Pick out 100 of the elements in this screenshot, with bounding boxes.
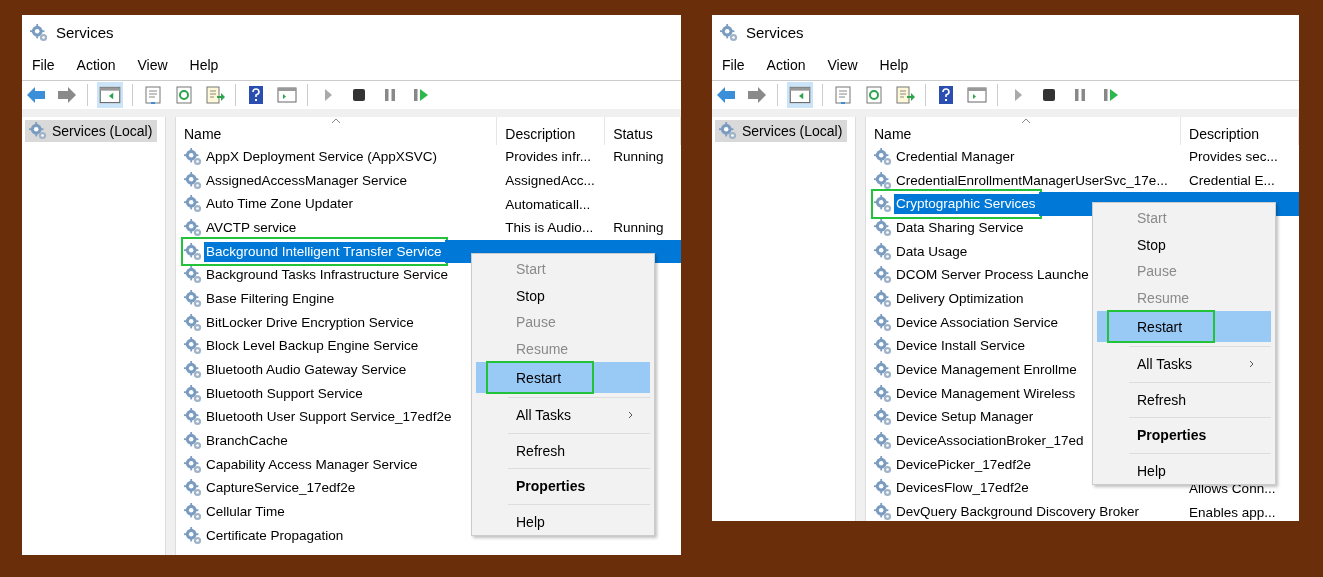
service-description: Credential E... [1188, 172, 1276, 191]
refresh-icon[interactable] [863, 84, 885, 106]
service-name[interactable]: BranchCache [204, 431, 291, 452]
context-menu-item[interactable]: All Tasks [516, 407, 571, 424]
service-description: Enables app... [1188, 503, 1277, 521]
service-name[interactable]: DevQuery Background Discovery Broker [894, 502, 1143, 521]
console-tree-icon[interactable] [787, 82, 813, 108]
sort-caret-icon [1021, 118, 1031, 124]
service-name[interactable]: Block Level Backup Engine Service [204, 336, 422, 357]
service-name[interactable]: Device Management Wireless [894, 383, 1079, 404]
column-header[interactable]: Name [176, 117, 498, 145]
service-gear-icon [874, 361, 892, 380]
context-menu-item[interactable]: Restart [516, 369, 562, 386]
menu-item[interactable]: Action [76, 57, 116, 73]
service-name[interactable]: Auto Time Zone Updater [204, 194, 357, 215]
context-menu-item[interactable]: Properties [1137, 427, 1207, 444]
service-name[interactable]: Device Install Service [894, 336, 1029, 357]
menu-item[interactable]: View [137, 57, 168, 73]
tree-item[interactable]: Services (Local) [25, 120, 158, 142]
service-name[interactable]: CaptureService_17edf2e [204, 478, 359, 499]
service-name[interactable]: Device Association Service [894, 312, 1062, 333]
service-description: Provides sec... [1188, 148, 1279, 167]
menu-item[interactable]: File [32, 57, 55, 73]
service-name[interactable]: DevicesFlow_17edf2e [894, 478, 1032, 499]
column-header[interactable]: Name [866, 117, 1182, 145]
column-header[interactable]: Description [497, 117, 606, 145]
forward-arrow-icon[interactable] [56, 84, 78, 106]
menu-item[interactable]: View [827, 57, 858, 73]
context-menu-item[interactable]: All Tasks [1137, 356, 1192, 373]
show-pane-icon[interactable] [276, 84, 298, 106]
context-menu-item[interactable]: Properties [516, 478, 586, 495]
service-name[interactable]: DeviceAssociationBroker_17ed [894, 431, 1087, 452]
service-gear-icon [874, 313, 892, 332]
service-gear-icon [184, 313, 202, 332]
service-gear-icon [874, 408, 892, 427]
tree-item[interactable]: Services (Local) [715, 120, 848, 142]
service-name[interactable]: DevicePicker_17edf2e [894, 454, 1035, 475]
service-gear-icon [184, 195, 202, 214]
show-pane-icon[interactable] [966, 84, 988, 106]
context-menu-item[interactable]: Stop [1137, 236, 1166, 253]
context-menu-item[interactable]: Help [1137, 462, 1166, 479]
service-gear-icon [184, 361, 202, 380]
window-title: Services [56, 24, 114, 41]
service-gear-icon [184, 242, 202, 261]
service-name[interactable]: Data Sharing Service [894, 217, 1027, 238]
service-name[interactable]: Base Filtering Engine [204, 288, 338, 309]
service-name[interactable]: Certificate Propagation [204, 525, 347, 546]
service-name[interactable]: CredentialEnrollmentManagerUserSvc_17e... [894, 170, 1171, 191]
service-gear-icon [184, 384, 202, 403]
service-name[interactable]: Background Tasks Infrastructure Service [204, 265, 452, 286]
column-header[interactable]: Status [605, 117, 681, 145]
service-gear-icon [184, 503, 202, 522]
service-gear-icon [874, 384, 892, 403]
export-list-icon[interactable] [894, 84, 916, 106]
service-name[interactable]: Bluetooth Audio Gateway Service [204, 360, 410, 381]
service-gear-icon [874, 195, 892, 214]
service-name[interactable]: Background Intelligent Transfer Service [204, 241, 445, 262]
console-tree-icon[interactable] [97, 82, 123, 108]
service-name[interactable]: Capability Access Manager Service [204, 454, 421, 475]
export-list-icon[interactable] [204, 84, 226, 106]
menu-item[interactable]: File [722, 57, 745, 73]
service-gear-icon [874, 171, 892, 190]
service-gear-icon [184, 147, 202, 166]
service-name[interactable]: AppX Deployment Service (AppXSVC) [204, 146, 441, 167]
context-menu-item[interactable]: Help [516, 513, 545, 530]
service-gear-icon [874, 218, 892, 237]
service-name[interactable]: Cellular Time [204, 502, 288, 523]
service-gear-icon [874, 479, 892, 498]
menu-item[interactable]: Help [189, 57, 219, 73]
service-name[interactable]: Bluetooth User Support Service_17edf2e [204, 407, 455, 428]
service-name[interactable]: Data Usage [894, 241, 971, 262]
properties-icon[interactable] [832, 84, 854, 106]
service-name[interactable]: AVCTP service [204, 217, 300, 238]
service-name[interactable]: BitLocker Drive Encryption Service [204, 312, 417, 333]
gear-icon [719, 122, 737, 140]
forward-arrow-icon[interactable] [746, 84, 768, 106]
service-status: Running [612, 219, 665, 238]
service-name[interactable]: Delivery Optimization [894, 288, 1027, 309]
service-gear-icon [184, 171, 202, 190]
context-menu-item[interactable]: Stop [516, 287, 545, 304]
service-name[interactable]: DCOM Server Process Launche [894, 265, 1092, 286]
column-header[interactable]: Description [1181, 117, 1299, 145]
gear-icon [30, 23, 48, 42]
service-gear-icon [184, 432, 202, 451]
service-name[interactable]: Cryptographic Services [894, 194, 1039, 215]
service-name[interactable]: Device Setup Manager [894, 407, 1037, 428]
properties-icon[interactable] [142, 84, 164, 106]
menu-item[interactable]: Action [766, 57, 806, 73]
context-menu-item[interactable]: Refresh [516, 442, 566, 459]
service-name[interactable]: Credential Manager [894, 146, 1018, 167]
service-gear-icon [184, 408, 202, 427]
refresh-icon[interactable] [173, 84, 195, 106]
service-name[interactable]: Bluetooth Support Service [204, 383, 366, 404]
service-description: This is Audio... [504, 219, 595, 238]
service-name[interactable]: AssignedAccessManager Service [204, 170, 411, 191]
menu-item[interactable]: Help [879, 57, 909, 73]
window-title: Services [746, 24, 804, 41]
service-name[interactable]: Device Management Enrollme [894, 360, 1080, 381]
context-menu-item[interactable]: Restart [1137, 318, 1183, 335]
context-menu-item[interactable]: Refresh [1137, 391, 1187, 408]
